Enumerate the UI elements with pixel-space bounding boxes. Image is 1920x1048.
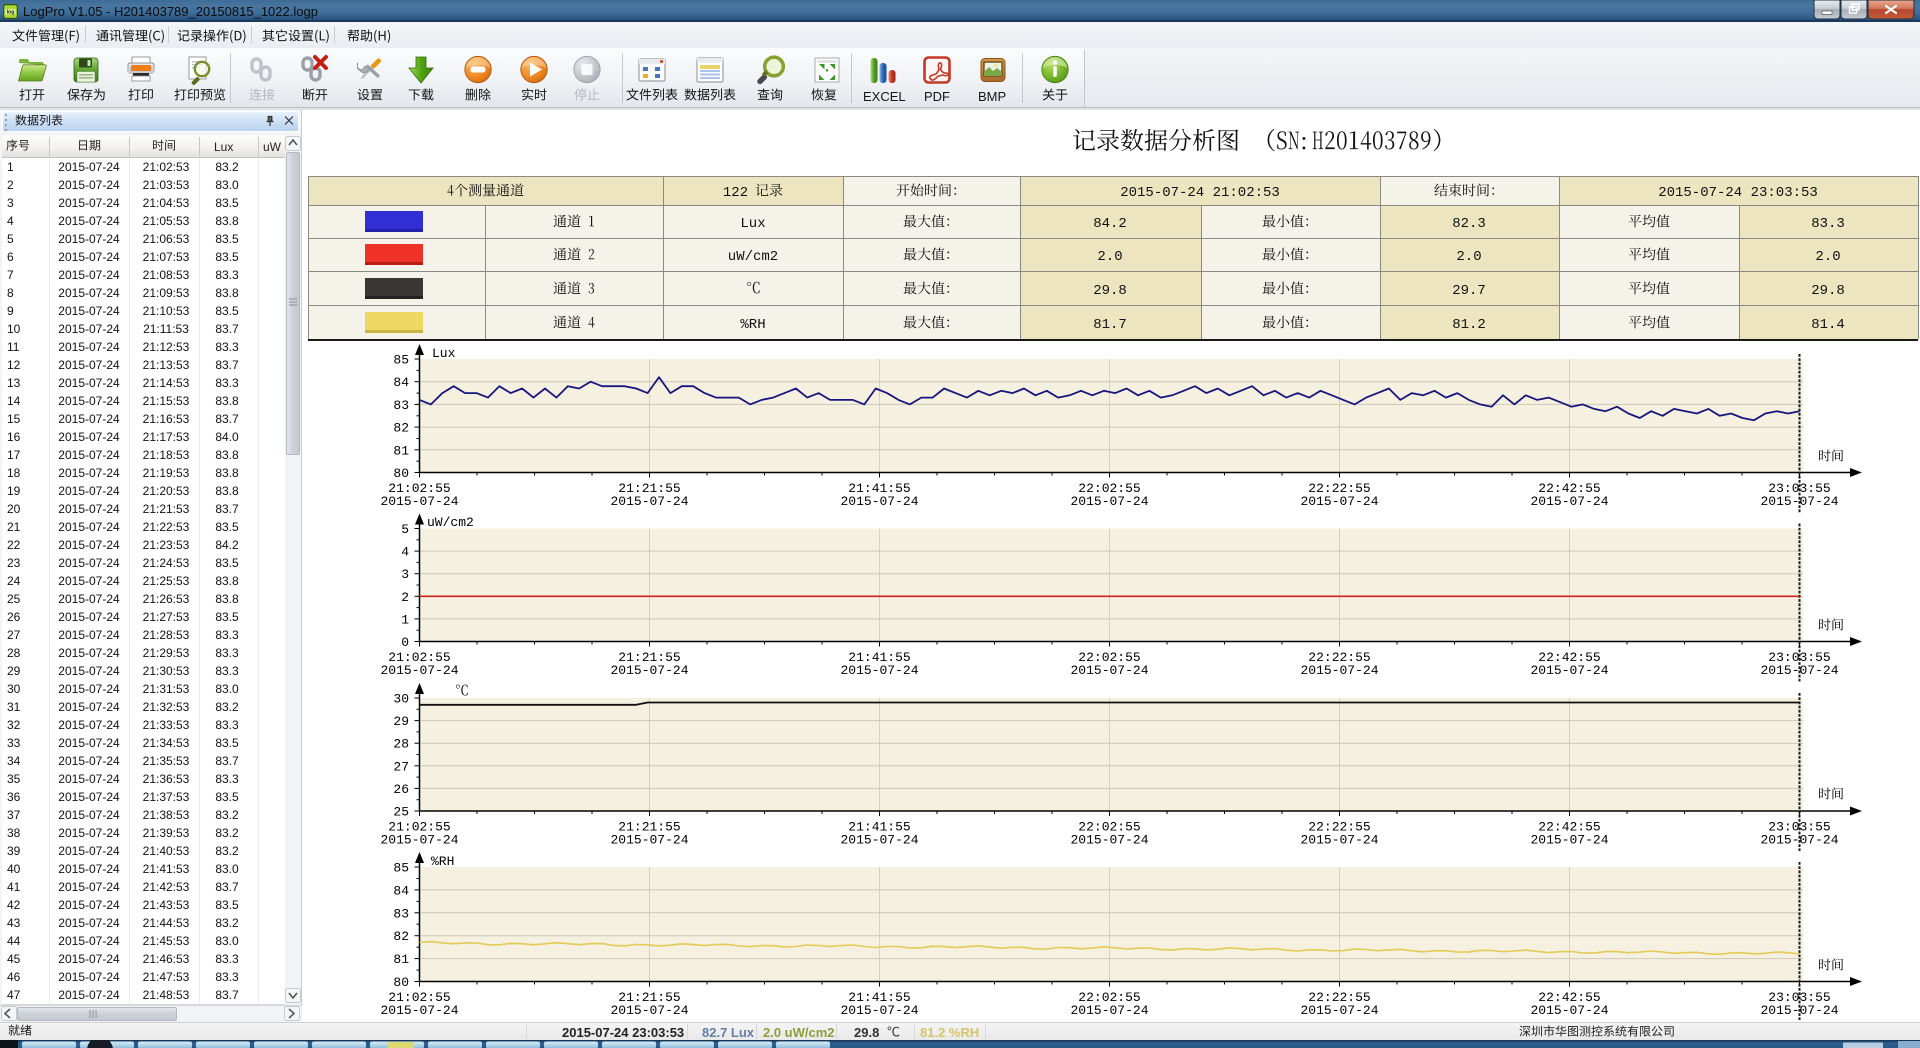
svg-text:2015-07-24: 2015-07-24: [841, 1003, 919, 1018]
svg-text:2015-07-24: 2015-07-24: [1531, 494, 1609, 509]
svg-text:83: 83: [393, 906, 409, 921]
svg-text:2015-07-24: 2015-07-24: [841, 833, 919, 848]
svg-text:85: 85: [393, 353, 409, 368]
svg-text:25: 25: [393, 805, 409, 820]
svg-text:2015-07-24: 2015-07-24: [841, 494, 919, 509]
svg-text:2015-07-24: 2015-07-24: [1071, 494, 1149, 509]
svg-text:0: 0: [401, 635, 409, 650]
svg-text:81: 81: [393, 443, 409, 458]
svg-text:80: 80: [393, 975, 409, 990]
svg-text:30: 30: [393, 692, 409, 707]
svg-text:2015-07-24: 2015-07-24: [1071, 663, 1149, 678]
svg-text:2015-07-24: 2015-07-24: [1531, 1003, 1609, 1018]
svg-text:85: 85: [393, 861, 409, 876]
svg-text:2015-07-24: 2015-07-24: [841, 663, 919, 678]
svg-text:2015-07-24: 2015-07-24: [1301, 833, 1379, 848]
svg-text:28: 28: [393, 737, 409, 752]
svg-text:2015-07-24: 2015-07-24: [381, 1003, 459, 1018]
svg-text:3: 3: [401, 567, 409, 582]
svg-text:82: 82: [393, 929, 409, 944]
svg-text:2015-07-24: 2015-07-24: [611, 1003, 689, 1018]
svg-text:82: 82: [393, 421, 409, 436]
svg-text:2015-07-24: 2015-07-24: [1301, 494, 1379, 509]
svg-text:2015-07-24: 2015-07-24: [1531, 663, 1609, 678]
svg-text:2015-07-24: 2015-07-24: [381, 494, 459, 509]
svg-text:26: 26: [393, 782, 409, 797]
svg-text:2015-07-24: 2015-07-24: [1531, 833, 1609, 848]
svg-text:2015-07-24: 2015-07-24: [381, 833, 459, 848]
svg-text:80: 80: [393, 466, 409, 481]
svg-text:2015-07-24: 2015-07-24: [611, 494, 689, 509]
svg-text:84: 84: [393, 375, 409, 390]
svg-text:2015-07-24: 2015-07-24: [1071, 833, 1149, 848]
svg-text:2015-07-24: 2015-07-24: [611, 663, 689, 678]
svg-text:29: 29: [393, 714, 409, 729]
svg-text:81: 81: [393, 952, 409, 967]
svg-text:83: 83: [393, 398, 409, 413]
svg-text:2015-07-24: 2015-07-24: [611, 833, 689, 848]
svg-text:log: log: [7, 10, 15, 16]
svg-text:84: 84: [393, 883, 409, 898]
svg-text:2015-07-24: 2015-07-24: [1301, 1003, 1379, 1018]
svg-text:2015-07-24: 2015-07-24: [1301, 663, 1379, 678]
svg-text:2015-07-24: 2015-07-24: [1071, 1003, 1149, 1018]
svg-text:27: 27: [393, 759, 409, 774]
svg-text:2015-07-24: 2015-07-24: [381, 663, 459, 678]
svg-text:1: 1: [401, 612, 409, 627]
svg-text:4: 4: [401, 545, 409, 560]
svg-text:2: 2: [401, 590, 409, 605]
svg-text:5: 5: [401, 522, 409, 537]
